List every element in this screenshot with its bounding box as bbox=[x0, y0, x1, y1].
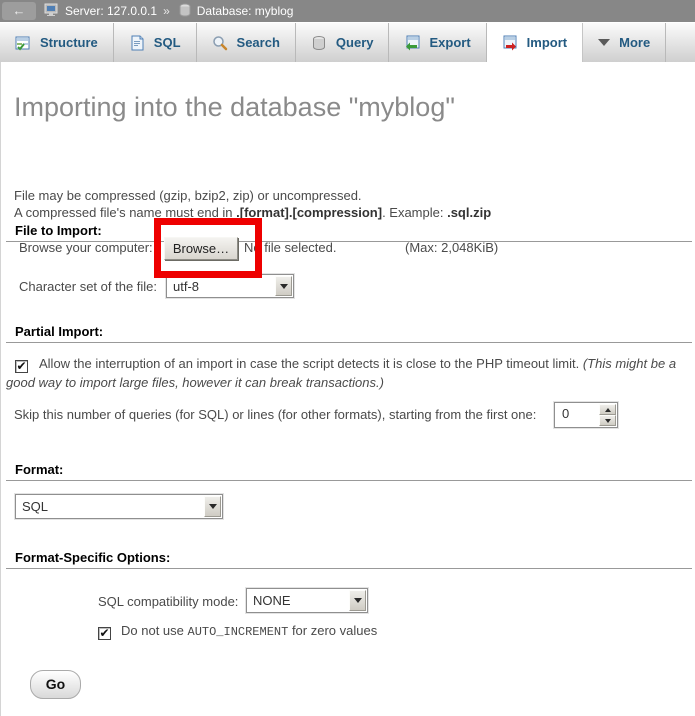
section-format: Format: bbox=[6, 462, 692, 481]
no-file-selected-text: No file selected. bbox=[244, 240, 337, 255]
database-icon bbox=[178, 3, 192, 20]
tab-import-label: Import bbox=[527, 35, 567, 50]
compression-line2: A compressed file's name must end in .[f… bbox=[14, 205, 491, 220]
page-title: Importing into the database "myblog" bbox=[14, 92, 455, 123]
sql-compat-label: SQL compatibility mode: bbox=[98, 594, 238, 609]
charset-selected-value: utf-8 bbox=[167, 279, 274, 294]
allow-interruption-text: Allow the interruption of an import in c… bbox=[39, 356, 583, 371]
section-format-specific-options: Format-Specific Options: bbox=[6, 550, 692, 569]
format-dropdown-arrow-icon[interactable] bbox=[204, 496, 221, 517]
compression-line1: File may be compressed (gzip, bzip2, zip… bbox=[14, 188, 362, 203]
auto-increment-code: AUTO_INCREMENT bbox=[188, 625, 289, 639]
import-icon bbox=[502, 35, 518, 51]
skip-queries-label: Skip this number of queries (for SQL) or… bbox=[14, 407, 536, 422]
tab-structure-label: Structure bbox=[40, 35, 98, 50]
charset-dropdown-arrow-icon[interactable] bbox=[275, 276, 292, 296]
line2-example: .sql.zip bbox=[447, 205, 491, 220]
search-icon bbox=[212, 35, 228, 51]
query-icon bbox=[311, 35, 327, 51]
skip-queries-spinner bbox=[599, 404, 616, 426]
tab-more[interactable]: More bbox=[583, 23, 666, 62]
breadcrumb-separator: » bbox=[163, 4, 170, 18]
tab-search-label: Search bbox=[237, 35, 280, 50]
tab-sql[interactable]: SQL bbox=[114, 23, 197, 62]
line2-prefix: A compressed file's name must end in bbox=[14, 205, 236, 220]
go-button[interactable]: Go bbox=[30, 670, 81, 699]
sql-compat-selected-value: NONE bbox=[247, 593, 348, 608]
tab-query[interactable]: Query bbox=[296, 23, 390, 62]
tab-query-label: Query bbox=[336, 35, 374, 50]
spinner-down-icon[interactable] bbox=[599, 415, 616, 426]
skip-queries-input[interactable]: 0 bbox=[554, 402, 618, 428]
format-selected-value: SQL bbox=[16, 499, 203, 514]
allow-interruption-checkbox[interactable]: ✔ bbox=[15, 360, 28, 373]
export-icon bbox=[404, 35, 420, 51]
breadcrumb-server[interactable]: Server: 127.0.0.1 bbox=[65, 4, 157, 18]
auto-increment-suffix: for zero values bbox=[288, 623, 377, 638]
tab-import[interactable]: Import bbox=[487, 23, 583, 62]
charset-label: Character set of the file: bbox=[19, 279, 157, 294]
tab-search[interactable]: Search bbox=[197, 23, 296, 62]
breadcrumb-database[interactable]: Database: myblog bbox=[197, 4, 294, 18]
tab-sql-label: SQL bbox=[154, 35, 181, 50]
tab-structure[interactable]: Structure bbox=[0, 23, 114, 62]
auto-increment-checkbox[interactable]: ✔ bbox=[98, 627, 111, 640]
sql-compat-dropdown-arrow-icon[interactable] bbox=[349, 590, 366, 611]
auto-increment-row: ✔ Do not use AUTO_INCREMENT for zero valu… bbox=[98, 623, 377, 640]
auto-increment-prefix: Do not use bbox=[121, 623, 188, 638]
format-select[interactable]: SQL bbox=[15, 494, 223, 519]
nav-back-button[interactable]: ← bbox=[2, 2, 36, 20]
main-content: Importing into the database "myblog" Fil… bbox=[0, 62, 695, 716]
section-partial-import: Partial Import: bbox=[6, 324, 692, 343]
spinner-up-icon[interactable] bbox=[599, 404, 616, 415]
line2-format-spec: .[format].[compression] bbox=[236, 205, 382, 220]
charset-select[interactable]: utf-8 bbox=[166, 274, 294, 298]
breadcrumb-bar: ← Server: 127.0.0.1 » Database: myblog bbox=[0, 0, 695, 22]
skip-queries-value: 0 bbox=[555, 403, 598, 427]
line2-mid: . Example: bbox=[382, 205, 447, 220]
chevron-down-icon bbox=[598, 39, 610, 46]
sql-icon bbox=[129, 35, 145, 51]
max-size-text: (Max: 2,048KiB) bbox=[405, 240, 498, 255]
server-icon bbox=[44, 3, 60, 20]
tab-export-label: Export bbox=[429, 35, 470, 50]
browse-label: Browse your computer: bbox=[19, 240, 153, 255]
sql-compat-select[interactable]: NONE bbox=[246, 588, 368, 613]
tab-bar: Structure SQL Search Query Export Import… bbox=[0, 22, 695, 62]
tab-more-label: More bbox=[619, 35, 650, 50]
tab-export[interactable]: Export bbox=[389, 23, 486, 62]
structure-icon bbox=[15, 35, 31, 51]
allow-interruption-row: ✔ Allow the interruption of an import in … bbox=[6, 354, 689, 392]
browse-button[interactable]: Browse… bbox=[164, 237, 238, 260]
